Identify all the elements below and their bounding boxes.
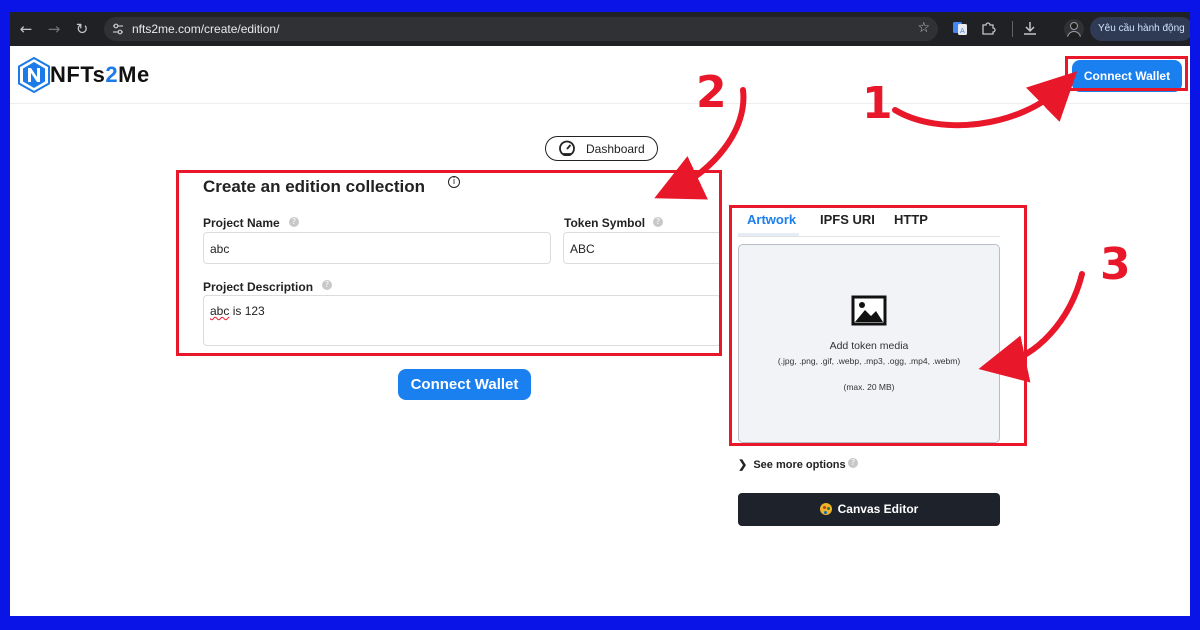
see-more-options-toggle[interactable]: ❯ See more options — [738, 458, 846, 471]
extensions-puzzle-icon[interactable] — [980, 20, 996, 36]
reload-icon[interactable]: ↻ — [72, 19, 92, 39]
back-icon[interactable]: ← — [16, 19, 36, 39]
address-bar[interactable]: nfts2me.com/create/edition/ ☆ — [104, 17, 938, 41]
screenshot-frame: ← → ↻ nfts2me.com/create/edition/ ☆ A Yê… — [10, 12, 1190, 616]
url-text[interactable]: nfts2me.com/create/edition/ — [132, 22, 279, 36]
site-logo-text[interactable]: NFTs2Me — [50, 62, 150, 88]
forward-icon[interactable]: → — [44, 19, 64, 39]
dashboard-gauge-icon — [559, 140, 575, 156]
profile-avatar-icon[interactable] — [1064, 19, 1084, 39]
dashboard-label: Dashboard — [586, 142, 645, 156]
annotation-number-2: 2 — [696, 67, 727, 118]
see-more-help-icon[interactable]: ? — [848, 458, 858, 468]
annotation-box-1 — [1065, 56, 1188, 91]
toolbar-divider — [1012, 21, 1013, 37]
dashboard-button[interactable]: Dashboard — [545, 136, 658, 161]
annotation-number-1: 1 — [862, 78, 893, 129]
action-required-chip[interactable]: Yêu cầu hành động — [1090, 17, 1190, 41]
canvas-editor-button[interactable]: Canvas Editor — [738, 493, 1000, 526]
form-connect-wallet-button[interactable]: Connect Wallet — [398, 369, 531, 400]
annotation-box-3 — [729, 205, 1027, 446]
translate-extension-icon[interactable]: A — [952, 20, 968, 36]
nfts2me-logo-icon[interactable] — [18, 57, 50, 93]
bookmark-star-icon[interactable]: ☆ — [917, 20, 930, 36]
palette-icon — [819, 503, 832, 515]
site-settings-icon[interactable] — [112, 23, 124, 35]
chevron-right-icon: ❯ — [738, 459, 748, 471]
download-icon[interactable] — [1022, 20, 1038, 36]
site-header: NFTs2Me Connect Wallet — [10, 46, 1190, 104]
svg-text:A: A — [960, 27, 965, 35]
browser-toolbar: ← → ↻ nfts2me.com/create/edition/ ☆ A Yê… — [10, 12, 1190, 46]
annotation-box-2 — [176, 170, 722, 356]
annotation-number-3: 3 — [1100, 239, 1131, 290]
